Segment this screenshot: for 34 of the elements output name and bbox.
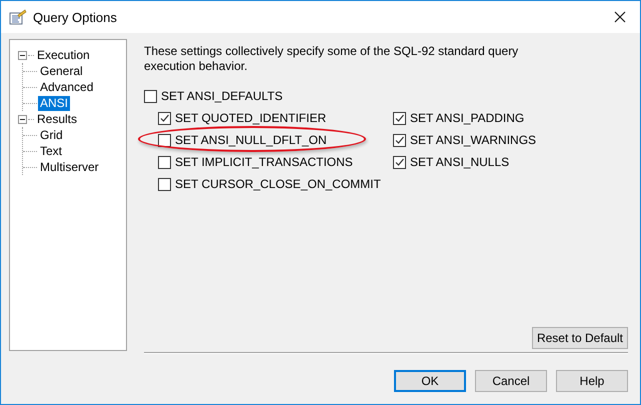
option-label: SET ANSI_PADDING — [410, 111, 524, 125]
option-label: SET QUOTED_IDENTIFIER — [175, 111, 326, 125]
tree-item[interactable]: Multiserver — [38, 160, 101, 174]
option-label: SET ANSI_NULLS — [410, 155, 510, 169]
tree-item[interactable]: Results — [35, 112, 80, 126]
dialog-button[interactable]: OK — [394, 370, 466, 392]
tree-item[interactable]: Execution — [35, 48, 92, 62]
option-label: SET CURSOR_CLOSE_ON_COMMIT — [175, 177, 381, 191]
option-label: SET ANSI_DEFAULTS — [161, 89, 283, 103]
collapse-icon[interactable] — [18, 50, 27, 60]
dialog-button[interactable]: Help — [556, 370, 628, 392]
option-label: SET ANSI_NULL_DFLT_ON — [175, 133, 327, 147]
tree-item[interactable]: ANSI — [38, 96, 70, 110]
option-label: SET IMPLICIT_TRANSACTIONS — [175, 155, 353, 169]
dialog-button[interactable]: Cancel — [475, 370, 547, 392]
reset-button[interactable]: Reset to Default — [532, 327, 628, 349]
option-label: SET ANSI_WARNINGS — [410, 133, 536, 147]
collapse-icon[interactable] — [18, 114, 27, 124]
tree-item[interactable]: General — [38, 64, 85, 78]
tree-item[interactable]: Advanced — [38, 80, 96, 94]
checkbox[interactable] — [158, 134, 171, 146]
description-text: These settings collectively specify some of the SQL-92 standard query execution behavior. — [144, 44, 520, 74]
tree-item[interactable]: Grid — [38, 128, 65, 142]
tree-item[interactable]: Text — [38, 144, 64, 158]
checkbox[interactable] — [144, 90, 157, 102]
window-title: Query Options — [33, 10, 118, 24]
checkbox[interactable] — [393, 112, 406, 124]
checkbox[interactable] — [393, 134, 406, 146]
checkbox[interactable] — [158, 178, 171, 190]
checkbox[interactable] — [158, 156, 171, 168]
checkbox[interactable] — [158, 112, 171, 124]
checkbox[interactable] — [393, 156, 406, 168]
close-icon[interactable] — [614, 11, 626, 23]
form-icon — [9, 9, 27, 25]
